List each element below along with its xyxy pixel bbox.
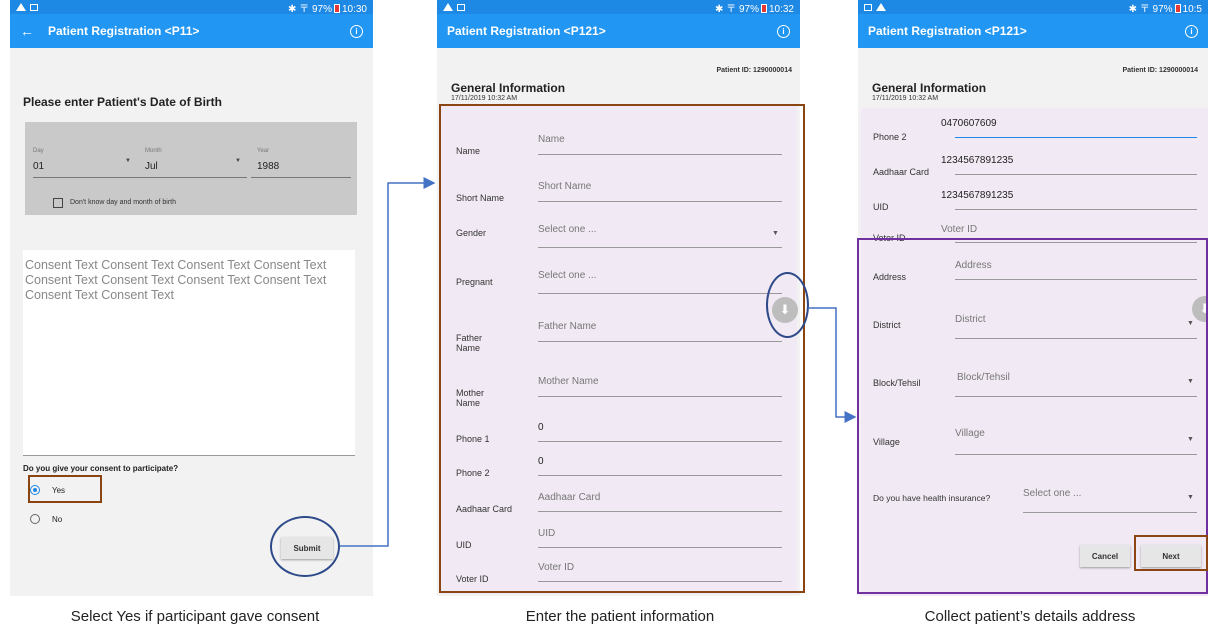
screen-date-of-birth: ✱ 〒 97% 10:30 ← Patient Registration <P11… (10, 0, 373, 596)
radio-no-button[interactable] (30, 514, 40, 524)
info-icon[interactable]: i (777, 24, 790, 38)
highlight-yes-box (28, 475, 102, 503)
patient-id: Patient ID: 1290000014 (1122, 67, 1199, 74)
back-arrow-icon[interactable]: ← (20, 23, 34, 39)
patient-id: Patient ID: 1290000014 (716, 67, 793, 74)
year-input[interactable]: 1988 (251, 156, 353, 178)
label-aadhaar-card: Aadhaar Card (873, 167, 930, 177)
app-title: Patient Registration <P121> (447, 24, 606, 38)
clock: 10:30 (341, 3, 367, 15)
highlight-scroll-circle (766, 272, 809, 338)
dob-panel: Day 01 ▼ Month Jul ▼ Year 1988 Don't kno… (25, 122, 357, 215)
label-phone-2: Phone 2 (873, 132, 907, 142)
bluetooth-icon: ✱ (1128, 3, 1137, 15)
image-icon (457, 3, 465, 11)
battery-icon (333, 4, 340, 14)
bluetooth-icon: ✱ (288, 3, 297, 15)
battery-icon (760, 4, 767, 14)
status-bar: ✱ 〒 97% 10:5 (858, 0, 1208, 15)
input-uid[interactable]: 1234567891235 (941, 190, 1013, 201)
battery-level: 97% (311, 3, 332, 15)
year-value: 1988 (257, 161, 280, 172)
battery-icon (1174, 4, 1181, 14)
radio-no-label: No (52, 515, 63, 524)
bluetooth-icon: ✱ (715, 3, 724, 15)
unknown-dob-label: Don't know day and month of birth (70, 199, 177, 206)
caption-screen-3: Collect patient’s details address (924, 608, 1136, 625)
month-value: Jul (145, 161, 158, 172)
unknown-dob-checkbox[interactable] (53, 198, 63, 208)
section-date: 17/11/2019 10:32 AM (451, 95, 518, 102)
battery-level: 97% (738, 3, 759, 15)
section-date: 17/11/2019 10:32 AM (872, 95, 939, 102)
section-title: General Information (872, 81, 987, 95)
image-icon (864, 3, 872, 11)
notification-icon (16, 3, 26, 11)
year-label: Year (257, 148, 270, 154)
signal-icon: 〒 (726, 3, 737, 15)
month-label: Month (145, 148, 162, 154)
section-title: General Information (451, 81, 566, 95)
battery-level: 97% (1152, 3, 1173, 15)
day-value: 01 (33, 161, 45, 172)
highlight-form-box (439, 104, 805, 593)
chevron-down-icon: ▼ (125, 158, 131, 164)
consent-question: Do you give your consent to participate? (23, 464, 179, 473)
app-title: Patient Registration <P121> (868, 24, 1027, 38)
app-bar: ← Patient Registration <P11> i (10, 14, 373, 48)
label-uid: UID (873, 202, 889, 212)
month-select[interactable]: Jul ▼ (139, 156, 247, 178)
radio-no[interactable]: No (30, 513, 90, 527)
input-aadhaar-card[interactable]: 1234567891235 (941, 155, 1013, 166)
input-phone-2[interactable]: 0470607609 (941, 118, 997, 129)
day-label: Day (33, 148, 44, 154)
clock: 10:5 (1182, 3, 1202, 15)
image-icon (30, 3, 38, 11)
status-bar: ✱ 〒 97% 10:30 (10, 0, 373, 15)
chevron-down-icon: ▼ (235, 158, 241, 164)
consent-box: Consent Text Consent Text Consent Text C… (23, 250, 355, 456)
notification-icon (443, 3, 453, 11)
day-select[interactable]: 01 ▼ (33, 156, 141, 178)
app-title: Patient Registration <P11> (48, 24, 200, 38)
info-icon[interactable]: i (1185, 24, 1198, 38)
app-bar: Patient Registration <P121> i (858, 14, 1208, 48)
consent-text: Consent Text Consent Text Consent Text C… (25, 258, 327, 302)
signal-icon: 〒 (299, 3, 310, 15)
notification-icon (876, 3, 886, 11)
page-heading: Please enter Patient's Date of Birth (23, 95, 222, 109)
caption-screen-2: Enter the patient information (525, 608, 715, 625)
input-voter-id[interactable]: Voter ID (941, 224, 977, 235)
highlight-submit-circle (270, 516, 340, 577)
arrow-scroll-to-address (808, 307, 857, 423)
clock: 10:32 (768, 3, 794, 15)
status-bar: ✱ 〒 97% 10:32 (437, 0, 800, 15)
highlight-next-box (1134, 535, 1208, 571)
info-icon[interactable]: i (350, 24, 363, 38)
signal-icon: 〒 (1139, 3, 1150, 15)
caption-screen-1: Select Yes if participant gave consent (70, 608, 320, 625)
app-bar: Patient Registration <P121> i (437, 14, 800, 48)
